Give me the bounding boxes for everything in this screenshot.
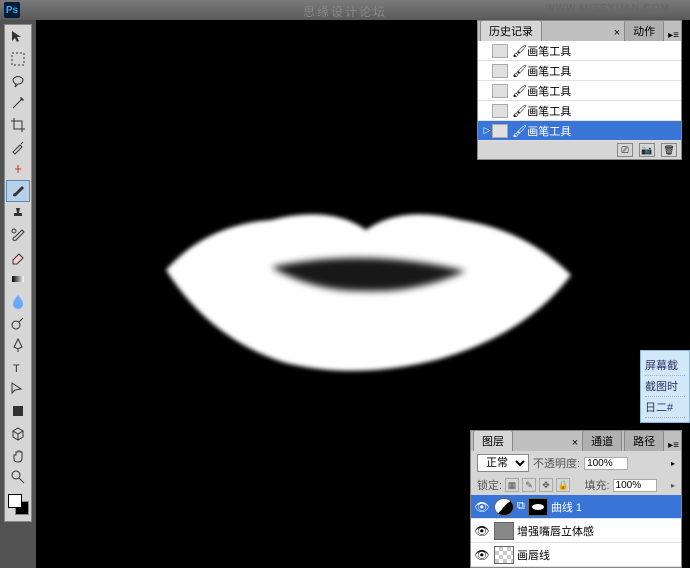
type-tool[interactable]: T — [6, 356, 30, 378]
healing-tool[interactable] — [6, 158, 30, 180]
blend-row: 正常 不透明度: ▸ — [471, 451, 681, 475]
opacity-label: 不透明度: — [533, 455, 580, 471]
history-label: 画笔工具 — [527, 83, 571, 99]
lock-transparent-icon[interactable]: ▦ — [505, 478, 519, 492]
eraser-tool[interactable] — [6, 246, 30, 268]
lock-label: 锁定: — [477, 477, 502, 493]
lock-all-icon[interactable]: 🔒 — [556, 478, 570, 492]
lock-pixels-icon[interactable]: ✎ — [522, 478, 536, 492]
pen-tool[interactable] — [6, 334, 30, 356]
layer-row[interactable]: 👁 画唇线 — [471, 543, 681, 567]
layer-thumb-icon — [494, 498, 514, 516]
hand-tool[interactable] — [6, 444, 30, 466]
layers-tabs: 图层 × 通道 路径 ▸≡ — [471, 431, 681, 451]
eyedropper-tool[interactable] — [6, 136, 30, 158]
layer-row[interactable]: 👁 ⧉ 曲线 1 — [471, 495, 681, 519]
toolbox: T — [4, 24, 32, 522]
brush-tool[interactable] — [6, 180, 30, 202]
history-item[interactable]: ▷🖌画笔工具 — [478, 121, 681, 141]
tab-close-icon[interactable]: × — [568, 435, 582, 451]
link-icon: ⧉ — [517, 500, 525, 513]
app-icon: Ps — [4, 2, 20, 18]
history-item[interactable]: 🖌画笔工具 — [478, 41, 681, 61]
history-brush-tool[interactable] — [6, 224, 30, 246]
marquee-tool[interactable] — [6, 48, 30, 70]
chevron-icon[interactable]: ▸ — [671, 481, 675, 490]
lips-artwork — [156, 175, 576, 375]
visibility-icon[interactable]: 👁 — [473, 500, 491, 514]
snapshot-icon[interactable]: ⎚ — [617, 143, 633, 157]
tooltip-line: 截图时 — [645, 376, 685, 397]
blend-mode-select[interactable]: 正常 — [477, 454, 529, 472]
crop-tool[interactable] — [6, 114, 30, 136]
watermark-text: 思缘设计论坛 — [303, 3, 387, 20]
svg-text:T: T — [13, 363, 20, 375]
gradient-tool[interactable] — [6, 268, 30, 290]
layer-row[interactable]: 👁 增强嘴唇立体感 — [471, 519, 681, 543]
history-tabs: 历史记录 × 动作 ▸≡ — [478, 21, 681, 41]
visibility-icon[interactable]: 👁 — [473, 524, 491, 538]
layer-name: 增强嘴唇立体感 — [517, 523, 594, 539]
history-footer: ⎚ 📷 🗑 — [478, 141, 681, 159]
history-label: 画笔工具 — [527, 43, 571, 59]
color-swatches[interactable] — [6, 492, 30, 520]
foreground-color[interactable] — [8, 494, 22, 508]
layer-name: 画唇线 — [517, 547, 550, 563]
history-label: 画笔工具 — [527, 63, 571, 79]
layer-thumb-icon — [494, 546, 514, 564]
panel-menu-icon[interactable]: ▸≡ — [668, 30, 679, 41]
layers-panel: 图层 × 通道 路径 ▸≡ 正常 不透明度: ▸ 锁定: ▦ ✎ ✥ 🔒 填充:… — [470, 430, 682, 568]
new-snapshot-icon[interactable]: 📷 — [639, 143, 655, 157]
history-list: 🖌画笔工具 🖌画笔工具 🖌画笔工具 🖌画笔工具 ▷🖌画笔工具 — [478, 41, 681, 141]
opacity-input[interactable] — [584, 457, 628, 470]
zoom-tool[interactable] — [6, 466, 30, 488]
tooltip-line: 日二# — [645, 397, 685, 418]
move-tool[interactable] — [6, 26, 30, 48]
history-panel: 历史记录 × 动作 ▸≡ 🖌画笔工具 🖌画笔工具 🖌画笔工具 🖌画笔工具 ▷🖌画… — [477, 20, 682, 160]
path-tool[interactable] — [6, 378, 30, 400]
history-label: 画笔工具 — [527, 123, 571, 139]
history-item[interactable]: 🖌画笔工具 — [478, 61, 681, 81]
tooltip-sidebar: 屏幕截 截图时 日二# — [640, 350, 690, 423]
lock-row: 锁定: ▦ ✎ ✥ 🔒 填充: ▸ — [471, 475, 681, 495]
history-label: 画笔工具 — [527, 103, 571, 119]
visibility-icon[interactable]: 👁 — [473, 548, 491, 562]
blur-tool[interactable] — [6, 290, 30, 312]
layer-mask-icon — [528, 498, 548, 516]
history-item[interactable]: 🖌画笔工具 — [478, 81, 681, 101]
shape-tool[interactable] — [6, 400, 30, 422]
watermark-url: WWW.MISSYUAN.COM — [545, 3, 670, 14]
layer-thumb-icon — [494, 522, 514, 540]
history-item[interactable]: 🖌画笔工具 — [478, 101, 681, 121]
stamp-tool[interactable] — [6, 202, 30, 224]
fill-label: 填充: — [584, 477, 609, 493]
3d-tool[interactable] — [6, 422, 30, 444]
trash-icon[interactable]: 🗑 — [661, 143, 677, 157]
layer-name: 曲线 1 — [551, 499, 582, 515]
dodge-tool[interactable] — [6, 312, 30, 334]
layers-list: 👁 ⧉ 曲线 1 👁 增强嘴唇立体感 👁 画唇线 — [471, 495, 681, 567]
tab-actions[interactable]: 动作 — [624, 20, 664, 41]
fill-input[interactable] — [613, 479, 657, 492]
tab-paths[interactable]: 路径 — [624, 430, 664, 451]
wand-tool[interactable] — [6, 92, 30, 114]
panel-menu-icon[interactable]: ▸≡ — [668, 440, 679, 451]
chevron-icon[interactable]: ▸ — [671, 459, 675, 468]
tab-channels[interactable]: 通道 — [582, 430, 622, 451]
tab-close-icon[interactable]: × — [610, 25, 624, 41]
tooltip-line: 屏幕截 — [645, 355, 685, 376]
lock-position-icon[interactable]: ✥ — [539, 478, 553, 492]
lasso-tool[interactable] — [6, 70, 30, 92]
tab-layers[interactable]: 图层 — [473, 430, 513, 451]
tab-history[interactable]: 历史记录 — [480, 20, 542, 41]
